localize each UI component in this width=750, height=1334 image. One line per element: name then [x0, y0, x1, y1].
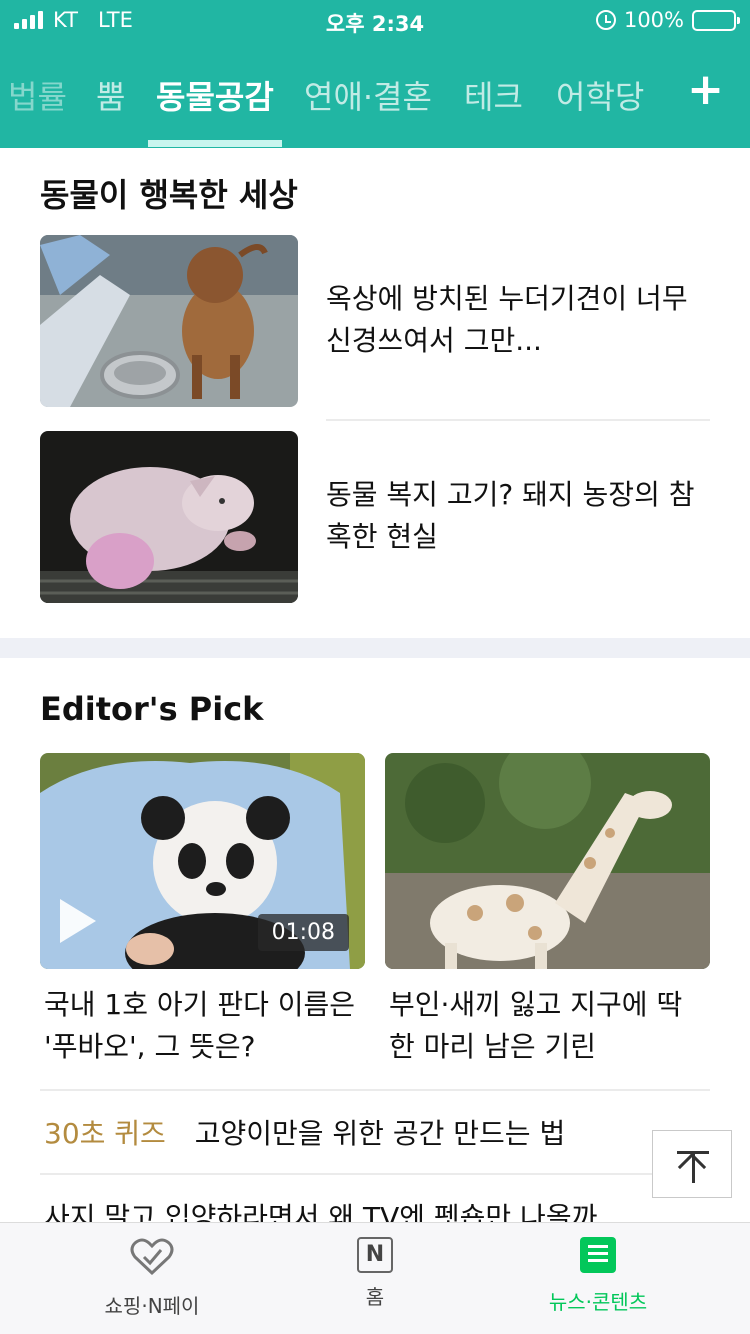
play-icon: [60, 899, 96, 943]
section-title: 동물이 행복한 세상: [40, 176, 298, 214]
add-tab-icon[interactable]: +: [687, 66, 724, 114]
category-tabs: 법률 뿜 동물공감 연애·결혼 테크 어학당 +: [0, 60, 750, 148]
status-bar: KT LTE 오후 2:34 100%: [0, 0, 750, 42]
section-separator: [0, 638, 750, 658]
quiz-row[interactable]: 30초 퀴즈 고양이만을 위한 공간 만드는 법: [44, 1112, 565, 1152]
nav-label: 홈: [365, 1285, 385, 1309]
scroll-to-top-button[interactable]: [652, 1130, 732, 1198]
pig-thumbnail[interactable]: [40, 431, 298, 603]
pick-title[interactable]: 부인·새끼 잃고 지구에 딱 한 마리 남은 기린: [389, 984, 714, 1068]
tab-romance[interactable]: 연애·결혼: [304, 72, 432, 118]
quiz-tag: 30초 퀴즈: [44, 1117, 166, 1150]
battery-icon: [692, 9, 740, 31]
section-title: Editor's Pick: [40, 690, 264, 728]
bottom-navigation: 쇼핑·N페이 N 홈 뉴스·콘텐츠: [0, 1222, 750, 1334]
panda-video-thumbnail[interactable]: 01:08: [40, 753, 365, 969]
tab-language[interactable]: 어학당: [556, 72, 644, 118]
pick-title[interactable]: 국내 1호 아기 판다 이름은 '푸바오', 그 뜻은?: [44, 984, 369, 1068]
dog-thumbnail[interactable]: [40, 235, 298, 407]
active-tab-indicator: [148, 140, 282, 147]
nav-news[interactable]: 뉴스·콘텐츠: [498, 1237, 698, 1315]
divider: [326, 419, 710, 421]
divider: [40, 1089, 710, 1091]
giraffe-thumbnail[interactable]: [385, 753, 710, 969]
app-header: KT LTE 오후 2:34 100% 법률 뿜 동물공감 연애·결혼 테크 어…: [0, 0, 750, 148]
nav-label: 쇼핑·N페이: [104, 1294, 200, 1318]
battery-percent: 100%: [623, 8, 684, 32]
divider: [40, 1173, 710, 1175]
article-title[interactable]: 동물 복지 고기? 돼지 농장의 참혹한 현실: [326, 474, 710, 558]
tab-ppum[interactable]: 뿜: [96, 72, 125, 118]
heart-check-icon: [130, 1238, 174, 1276]
news-icon: [580, 1237, 616, 1273]
nav-home[interactable]: N 홈: [275, 1237, 475, 1310]
tab-animal[interactable]: 동물공감: [156, 72, 274, 118]
quiz-title: 고양이만을 위한 공간 만드는 법: [194, 1117, 566, 1150]
video-duration: 01:08: [257, 914, 349, 951]
naver-n-icon: N: [357, 1237, 393, 1273]
tab-law[interactable]: 법률: [8, 72, 67, 118]
nav-shopping[interactable]: 쇼핑·N페이: [52, 1237, 252, 1319]
tab-tech[interactable]: 테크: [464, 72, 523, 118]
nav-label: 뉴스·콘텐츠: [548, 1290, 648, 1314]
alarm-icon: [595, 10, 616, 30]
article-title[interactable]: 옥상에 방치된 누더기견이 너무 신경쓰여서 그만...: [326, 278, 710, 362]
